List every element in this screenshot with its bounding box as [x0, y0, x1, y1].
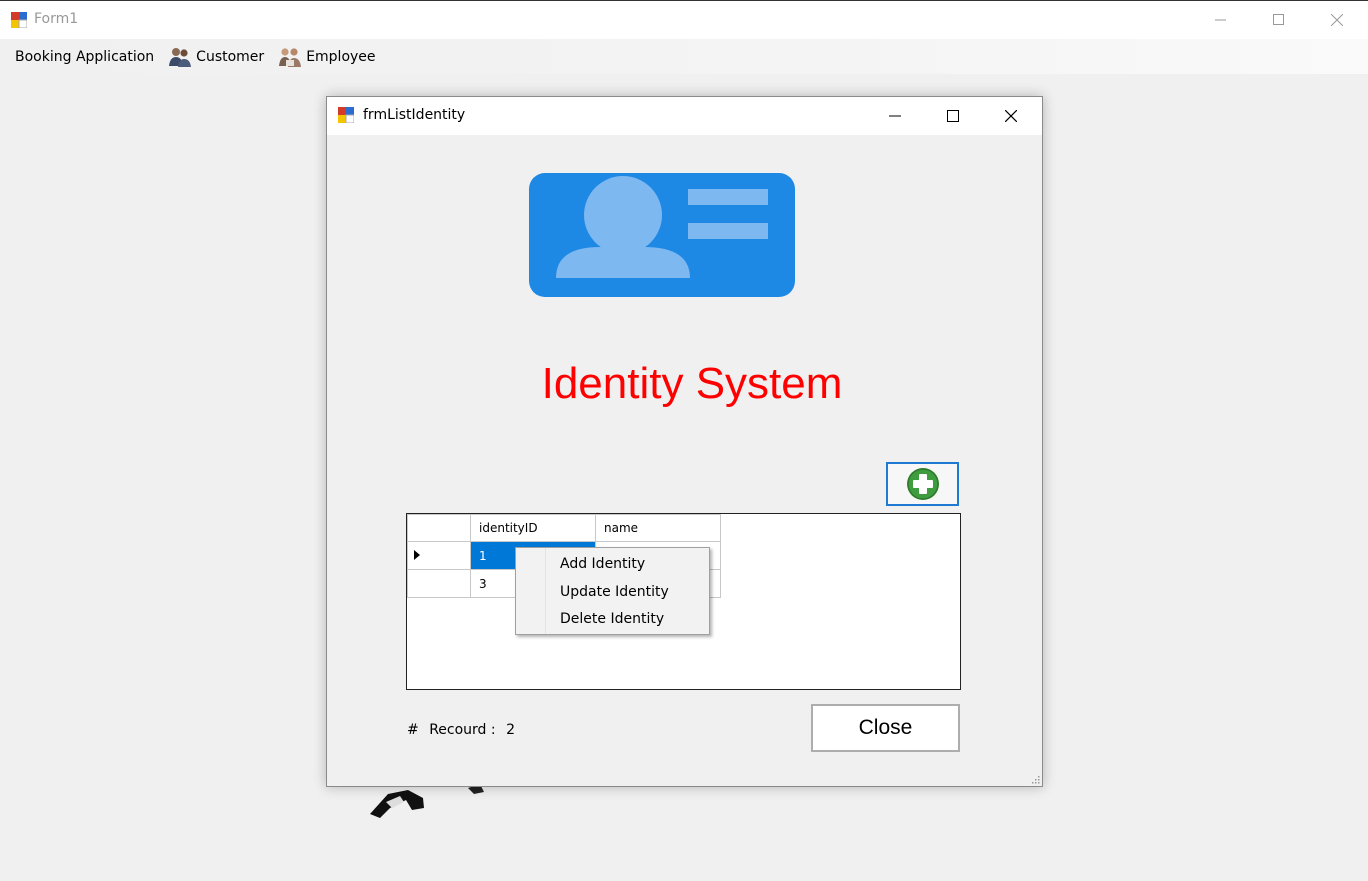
table-header-row: identityID name — [407, 514, 721, 542]
column-header-name[interactable]: name — [595, 514, 721, 542]
child-maximize-button[interactable] — [924, 97, 982, 135]
minimize-icon — [1215, 19, 1226, 21]
row-header[interactable] — [407, 569, 471, 598]
context-menu-add-identity[interactable]: Add Identity — [516, 551, 709, 579]
resize-grip-icon[interactable] — [1030, 774, 1040, 784]
menu-item-label: Customer — [196, 48, 265, 65]
id-card-icon — [529, 173, 795, 297]
minimize-button[interactable] — [1192, 1, 1250, 39]
minimize-icon — [889, 115, 901, 117]
row-header[interactable] — [407, 541, 471, 570]
customers-icon — [169, 47, 192, 67]
menu-item-label: Booking Application — [15, 48, 155, 65]
maximize-button[interactable] — [1250, 1, 1308, 39]
column-header-identityid[interactable]: identityID — [470, 514, 596, 542]
menubar: Booking Application Customer Employee — [0, 39, 1368, 74]
close-icon — [1331, 14, 1343, 26]
menu-item-label: Employee — [306, 48, 376, 65]
child-close-button[interactable] — [982, 97, 1040, 135]
child-minimize-button[interactable] — [866, 97, 924, 135]
page-title: Identity System — [541, 359, 843, 408]
record-value: 2 — [506, 722, 515, 738]
plus-circle-icon — [906, 468, 939, 500]
close-button[interactable]: Close — [811, 704, 960, 752]
record-label: Recourd : — [429, 722, 496, 738]
maximize-icon — [947, 110, 959, 122]
add-identity-button[interactable] — [886, 462, 959, 506]
app-icon — [338, 107, 354, 123]
menu-employee[interactable]: Employee — [271, 45, 382, 69]
current-row-arrow-icon — [414, 549, 420, 560]
close-icon — [1005, 110, 1017, 122]
app-icon — [11, 12, 27, 28]
main-titlebar: Form1 — [0, 0, 1368, 39]
context-menu: Add Identity Update Identity Delete Iden… — [515, 547, 710, 635]
child-titlebar: frmListIdentity — [327, 97, 1042, 135]
close-window-button[interactable] — [1308, 1, 1366, 39]
main-window-title: Form1 — [34, 11, 79, 27]
employees-icon — [279, 47, 302, 67]
record-count: # Recourd : 2 — [407, 722, 521, 738]
child-window-title: frmListIdentity — [363, 107, 466, 123]
menu-customer[interactable]: Customer — [161, 45, 271, 69]
child-window: frmListIdentity Identity System identity… — [326, 96, 1043, 787]
maximize-icon — [1273, 14, 1284, 25]
row-header-corner — [407, 514, 471, 542]
record-hash: # — [407, 722, 419, 738]
context-menu-update-identity[interactable]: Update Identity — [516, 579, 709, 607]
context-menu-delete-identity[interactable]: Delete Identity — [516, 606, 709, 634]
menu-booking-application[interactable]: Booking Application — [8, 45, 161, 69]
